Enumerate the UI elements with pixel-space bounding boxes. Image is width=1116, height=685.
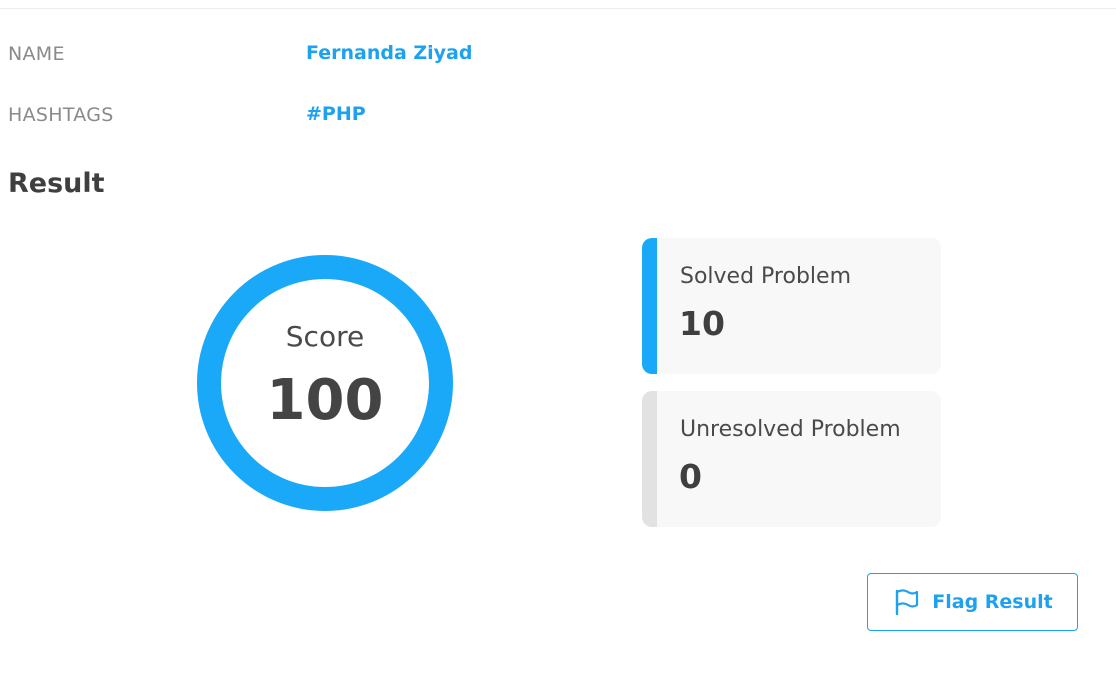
top-divider: [0, 8, 1116, 9]
name-value: Fernanda Ziyad: [306, 42, 473, 64]
solved-problem-value: 10: [679, 304, 725, 343]
flag-result-label: Flag Result: [932, 591, 1053, 613]
score-label: Score: [285, 320, 365, 353]
unresolved-problem-title: Unresolved Problem: [680, 417, 901, 442]
solved-problem-title: Solved Problem: [680, 264, 851, 289]
unresolved-card-accent: [642, 391, 657, 527]
unresolved-problem-value: 0: [679, 457, 702, 496]
result-title: Result: [8, 168, 105, 199]
name-label: NAME: [8, 43, 65, 65]
flag-result-button[interactable]: Flag Result: [867, 573, 1078, 631]
score-value: 100: [266, 368, 384, 433]
solved-problem-card: Solved Problem 10: [642, 238, 941, 374]
flag-icon: [896, 589, 919, 616]
hashtags-value: #PHP: [306, 103, 366, 125]
hashtags-label: HASHTAGS: [8, 104, 114, 126]
unresolved-problem-card: Unresolved Problem 0: [642, 391, 941, 527]
solved-card-accent: [642, 238, 657, 374]
result-page: NAME Fernanda Ziyad HASHTAGS #PHP Result…: [0, 0, 1116, 685]
